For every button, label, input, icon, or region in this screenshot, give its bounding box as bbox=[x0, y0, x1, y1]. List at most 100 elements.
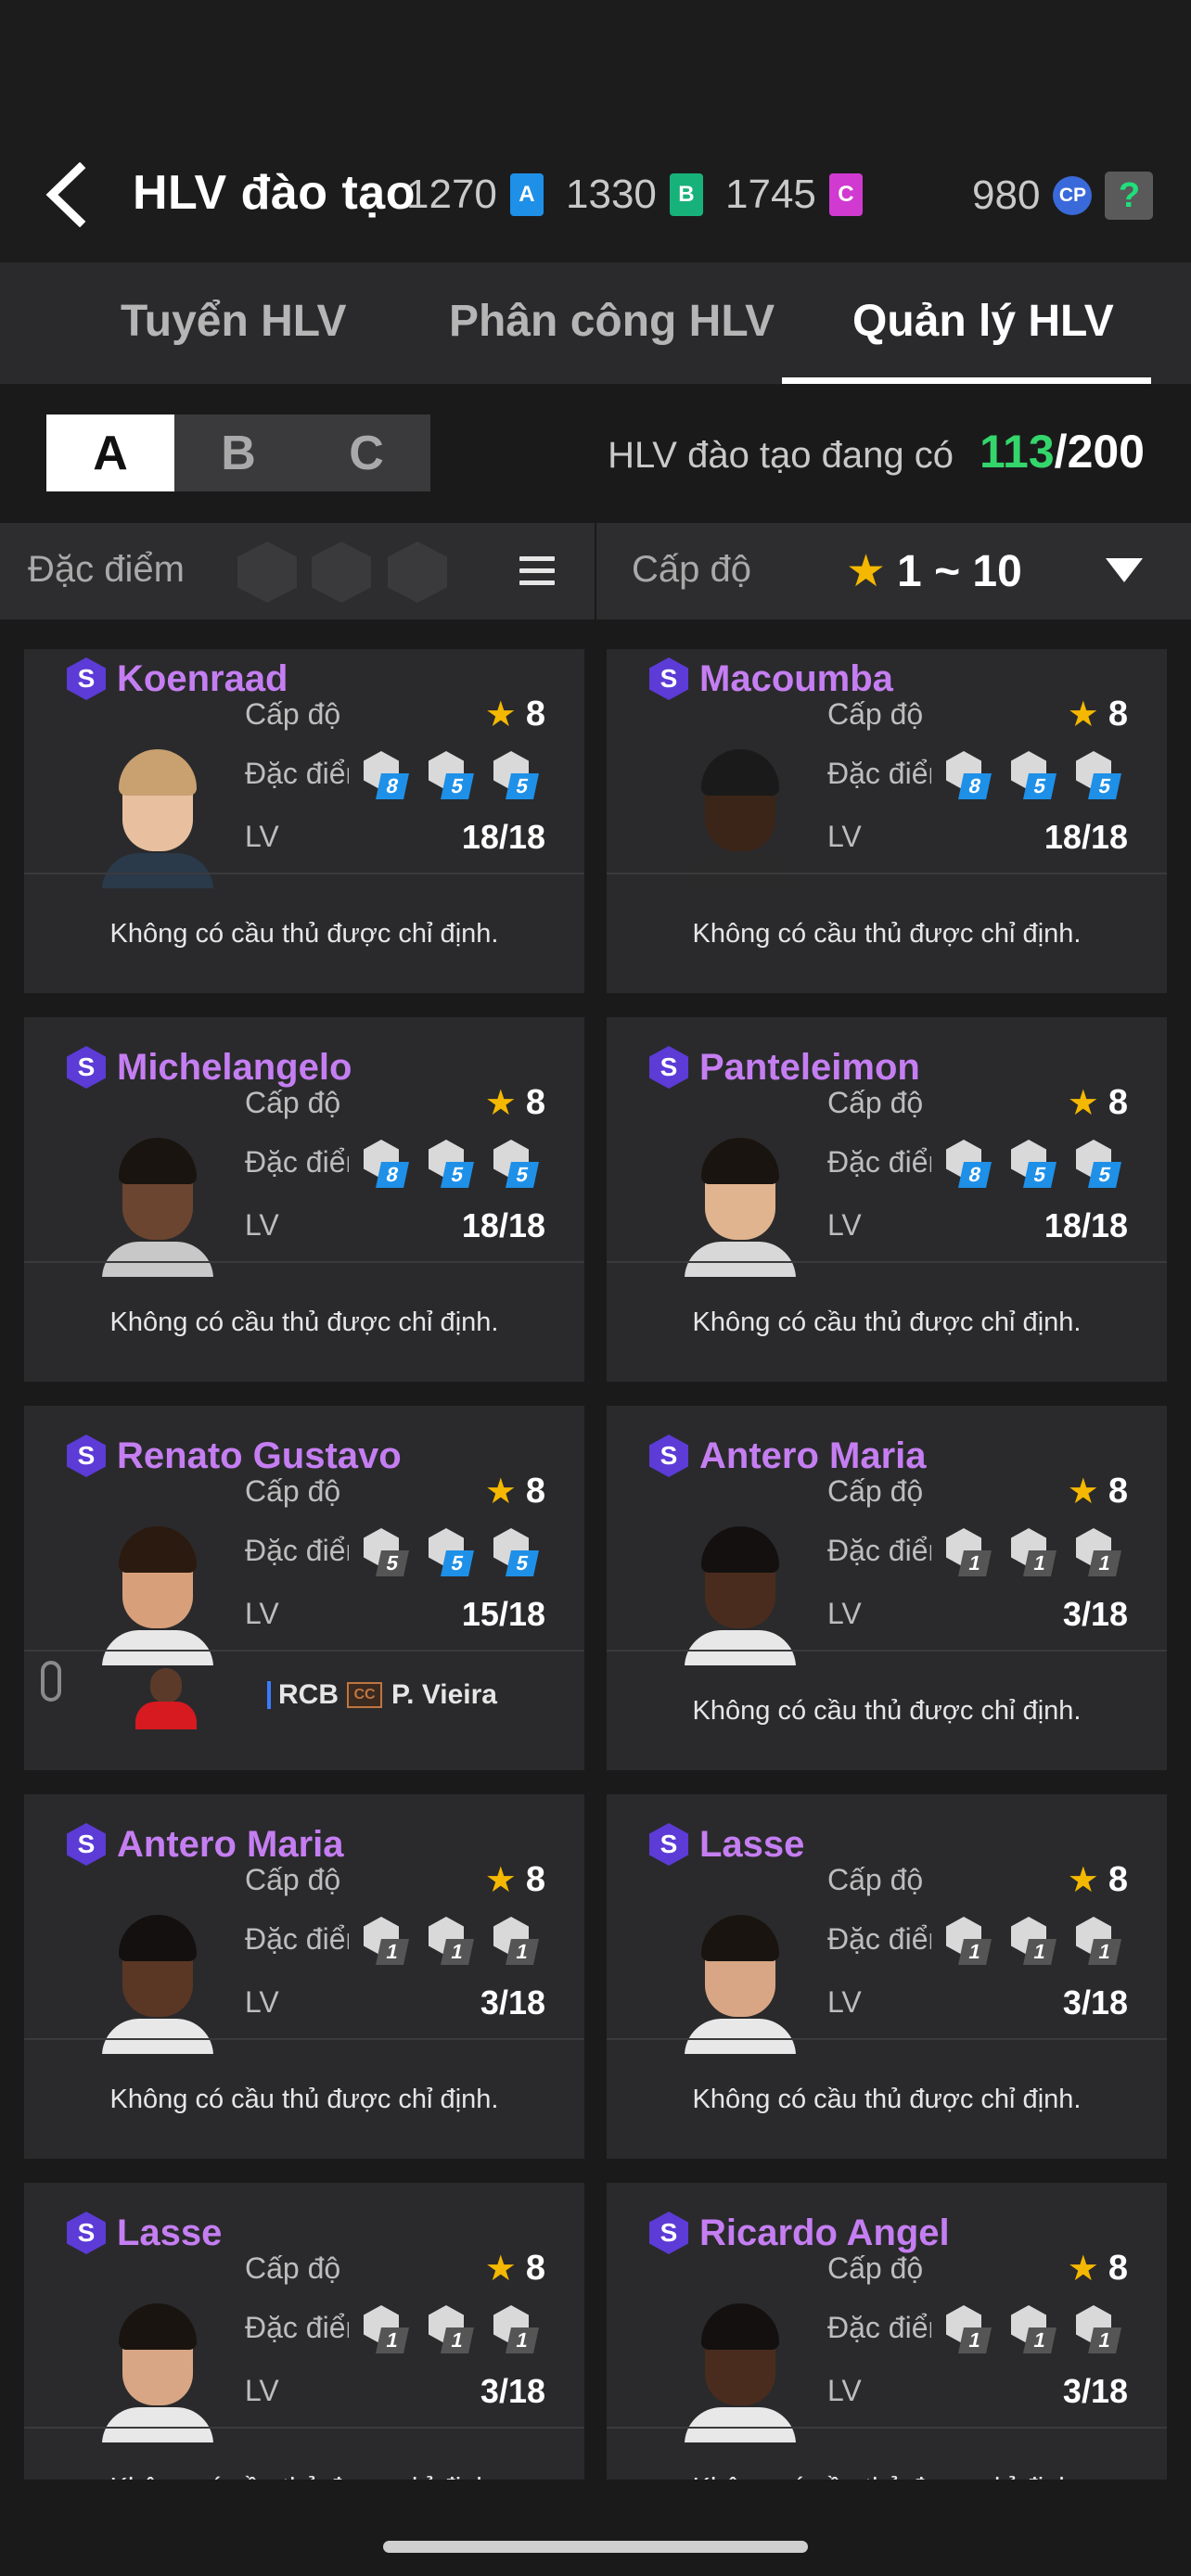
link-icon bbox=[41, 1661, 61, 1702]
coach-portrait bbox=[685, 2303, 796, 2442]
trait-badge: 1 bbox=[423, 2305, 479, 2357]
coach-name: Lasse bbox=[699, 1823, 805, 1865]
tab-manage-coach[interactable]: Quản lý HLV bbox=[852, 296, 1114, 347]
trait-badge: 5 bbox=[1070, 751, 1126, 803]
lv-label: LV bbox=[245, 1597, 279, 1630]
level-label: Cấp độ bbox=[245, 2251, 341, 2285]
currency-c-value: 1745 bbox=[725, 172, 816, 217]
coach-lv: 18/18 bbox=[461, 1206, 545, 1244]
trait-badge: 8 bbox=[941, 1140, 996, 1192]
ticket-c-icon: C bbox=[828, 173, 863, 216]
tab-recruit-coach[interactable]: Tuyển HLV bbox=[121, 296, 347, 347]
coach-portrait bbox=[102, 1915, 213, 2054]
trait-level: 1 bbox=[958, 1939, 992, 1965]
trait-level: 5 bbox=[1088, 773, 1121, 799]
assigned-player[interactable]: RCB CC P. Vieira bbox=[24, 1651, 584, 1770]
back-arrow-icon[interactable] bbox=[41, 162, 91, 227]
coach-card[interactable]: S Antero MariaCấp độ ★8 Đặc điểm 1 1 1 LV 3/18 Kh… bbox=[24, 1794, 584, 2159]
traits-label: Đặc điểm bbox=[827, 1922, 931, 1956]
trait-level: 5 bbox=[1023, 773, 1057, 799]
lv-label: LV bbox=[827, 820, 862, 853]
traits-label: Đặc điểm bbox=[827, 757, 931, 790]
coach-card[interactable]: S MichelangeloCấp độ ★8 Đặc điểm 8 5 5 LV 18/18 K… bbox=[24, 1017, 584, 1382]
coach-portrait bbox=[685, 1526, 796, 1665]
lv-label: LV bbox=[245, 820, 279, 853]
trait-badge: 1 bbox=[488, 2305, 544, 2357]
list-menu-icon[interactable] bbox=[519, 556, 555, 586]
coach-card[interactable]: S KoenraadCấp độ ★8 Đặc điểm 8 5 5 LV 18/18 Không… bbox=[24, 649, 584, 993]
coach-level: ★ 8 bbox=[1067, 2249, 1128, 2289]
coach-lv: 3/18 bbox=[1062, 1595, 1128, 1633]
star-icon: ★ bbox=[1067, 1861, 1099, 1900]
traits-label: Đặc điểm bbox=[245, 1145, 349, 1179]
level-label: Cấp độ bbox=[827, 1863, 924, 1896]
trait-badge: 5 bbox=[358, 1528, 414, 1580]
coach-card[interactable]: S PanteleimonCấp độ ★8 Đặc điểm 8 5 5 LV 18/18 Kh… bbox=[607, 1017, 1167, 1382]
trait-badge: 1 bbox=[1005, 1528, 1061, 1580]
help-button[interactable]: ? bbox=[1105, 172, 1154, 220]
coach-level: ★ 8 bbox=[1067, 695, 1128, 734]
trait-level: 1 bbox=[1088, 1939, 1121, 1965]
coach-card[interactable]: S MacoumbaCấp độ ★8 Đặc điểm 8 5 5 LV 18/18 Không… bbox=[607, 649, 1167, 993]
trait-badge: 5 bbox=[423, 751, 479, 803]
segment-a[interactable]: A bbox=[46, 414, 174, 491]
home-indicator bbox=[383, 2541, 808, 2553]
no-player-assigned: Không có cầu thủ được chỉ định. bbox=[692, 2084, 1082, 2114]
active-tab-indicator bbox=[782, 377, 1151, 384]
coach-traits: 1 1 1 bbox=[941, 2305, 1126, 2357]
trait-badge: 8 bbox=[358, 751, 414, 803]
no-player-assigned: Không có cầu thủ được chỉ định. bbox=[109, 918, 499, 949]
level-label: Cấp độ bbox=[827, 1474, 924, 1508]
trait-slot-2[interactable] bbox=[312, 542, 371, 603]
currency-b: 1330 B bbox=[566, 172, 703, 218]
segment-c[interactable]: C bbox=[302, 414, 430, 491]
coach-card[interactable]: S Lasse Cấp độ ★8 Đặc điểm 1 1 1 LV 3/18 Không có … bbox=[607, 1794, 1167, 2159]
coach-card[interactable]: S Antero MariaCấp độ ★8 Đặc điểm 1 1 1 LV 3/18 Kh… bbox=[607, 1406, 1167, 1770]
no-player-assigned: Không có cầu thủ được chỉ định. bbox=[692, 918, 1082, 949]
player-avatar bbox=[134, 1664, 198, 1729]
coach-lv: 15/18 bbox=[461, 1595, 545, 1633]
trait-filter-label[interactable]: Đặc điểm c bbox=[28, 549, 190, 591]
coach-card[interactable]: S Lasse Cấp độ ★8 Đặc điểm 1 1 1 LV 3/18 Không có … bbox=[24, 2183, 584, 2480]
traits-label: Đặc điểm bbox=[245, 1534, 349, 1567]
coach-portrait bbox=[102, 2303, 213, 2442]
tab-bar: Tuyển HLV Phân công HLV Quản lý HLV bbox=[0, 262, 1191, 384]
coach-card[interactable]: S Ricardo AngelCấp độ ★8 Đặc điểm 1 1 1 LV 3/18 K… bbox=[607, 2183, 1167, 2480]
trait-level: 5 bbox=[441, 1162, 474, 1188]
trait-badge: 1 bbox=[423, 1917, 479, 1969]
tab-assign-coach[interactable]: Phân công HLV bbox=[449, 296, 775, 347]
coach-name-row: S Antero Maria bbox=[67, 1823, 344, 1866]
cp-value: 980 bbox=[972, 172, 1041, 218]
s-grade-icon: S bbox=[649, 1435, 688, 1477]
coach-name-row: S Renato Gustavo bbox=[67, 1435, 402, 1477]
coach-portrait bbox=[102, 749, 213, 888]
segment-b[interactable]: B bbox=[174, 414, 302, 491]
coach-card[interactable]: S Renato GustavoCấp độ ★8 Đặc điểm 5 5 5 LV 15/1… bbox=[24, 1406, 584, 1770]
trait-level: 5 bbox=[1088, 1162, 1121, 1188]
ticket-a-icon: A bbox=[509, 173, 544, 216]
trait-badge: 5 bbox=[1005, 751, 1061, 803]
no-player-assigned: Không có cầu thủ được chỉ định. bbox=[607, 2429, 1167, 2480]
trait-badge: 5 bbox=[1070, 1140, 1126, 1192]
coach-level: ★ 8 bbox=[484, 1860, 545, 1900]
coach-list[interactable]: SKoenraadCấp độ★8Đặc điểm855LV18/18Không… bbox=[0, 649, 1191, 2480]
coach-traits: 1 1 1 bbox=[941, 1528, 1126, 1580]
trait-level: 1 bbox=[506, 2327, 539, 2353]
trait-slot-3[interactable] bbox=[388, 542, 447, 603]
trait-badge: 8 bbox=[358, 1140, 414, 1192]
level-range[interactable]: ★ 1 ~ 10 bbox=[846, 545, 1022, 597]
trait-slot-1[interactable] bbox=[237, 542, 297, 603]
coach-name: Michelangelo bbox=[117, 1046, 352, 1088]
trait-level: 1 bbox=[1023, 1550, 1057, 1576]
s-grade-icon: S bbox=[649, 657, 688, 700]
trait-level: 1 bbox=[1023, 1939, 1057, 1965]
dropdown-arrow-icon[interactable] bbox=[1106, 558, 1143, 582]
trait-level: 1 bbox=[376, 1939, 409, 1965]
level-label: Cấp độ bbox=[245, 1474, 341, 1508]
trait-badge: 5 bbox=[488, 1528, 544, 1580]
coach-name-row: S Panteleimon bbox=[649, 1046, 920, 1089]
coach-portrait bbox=[685, 1138, 796, 1277]
trait-badge: 8 bbox=[941, 751, 996, 803]
coach-name-row: S Ricardo Angel bbox=[649, 2212, 950, 2254]
star-icon: ★ bbox=[484, 695, 517, 734]
